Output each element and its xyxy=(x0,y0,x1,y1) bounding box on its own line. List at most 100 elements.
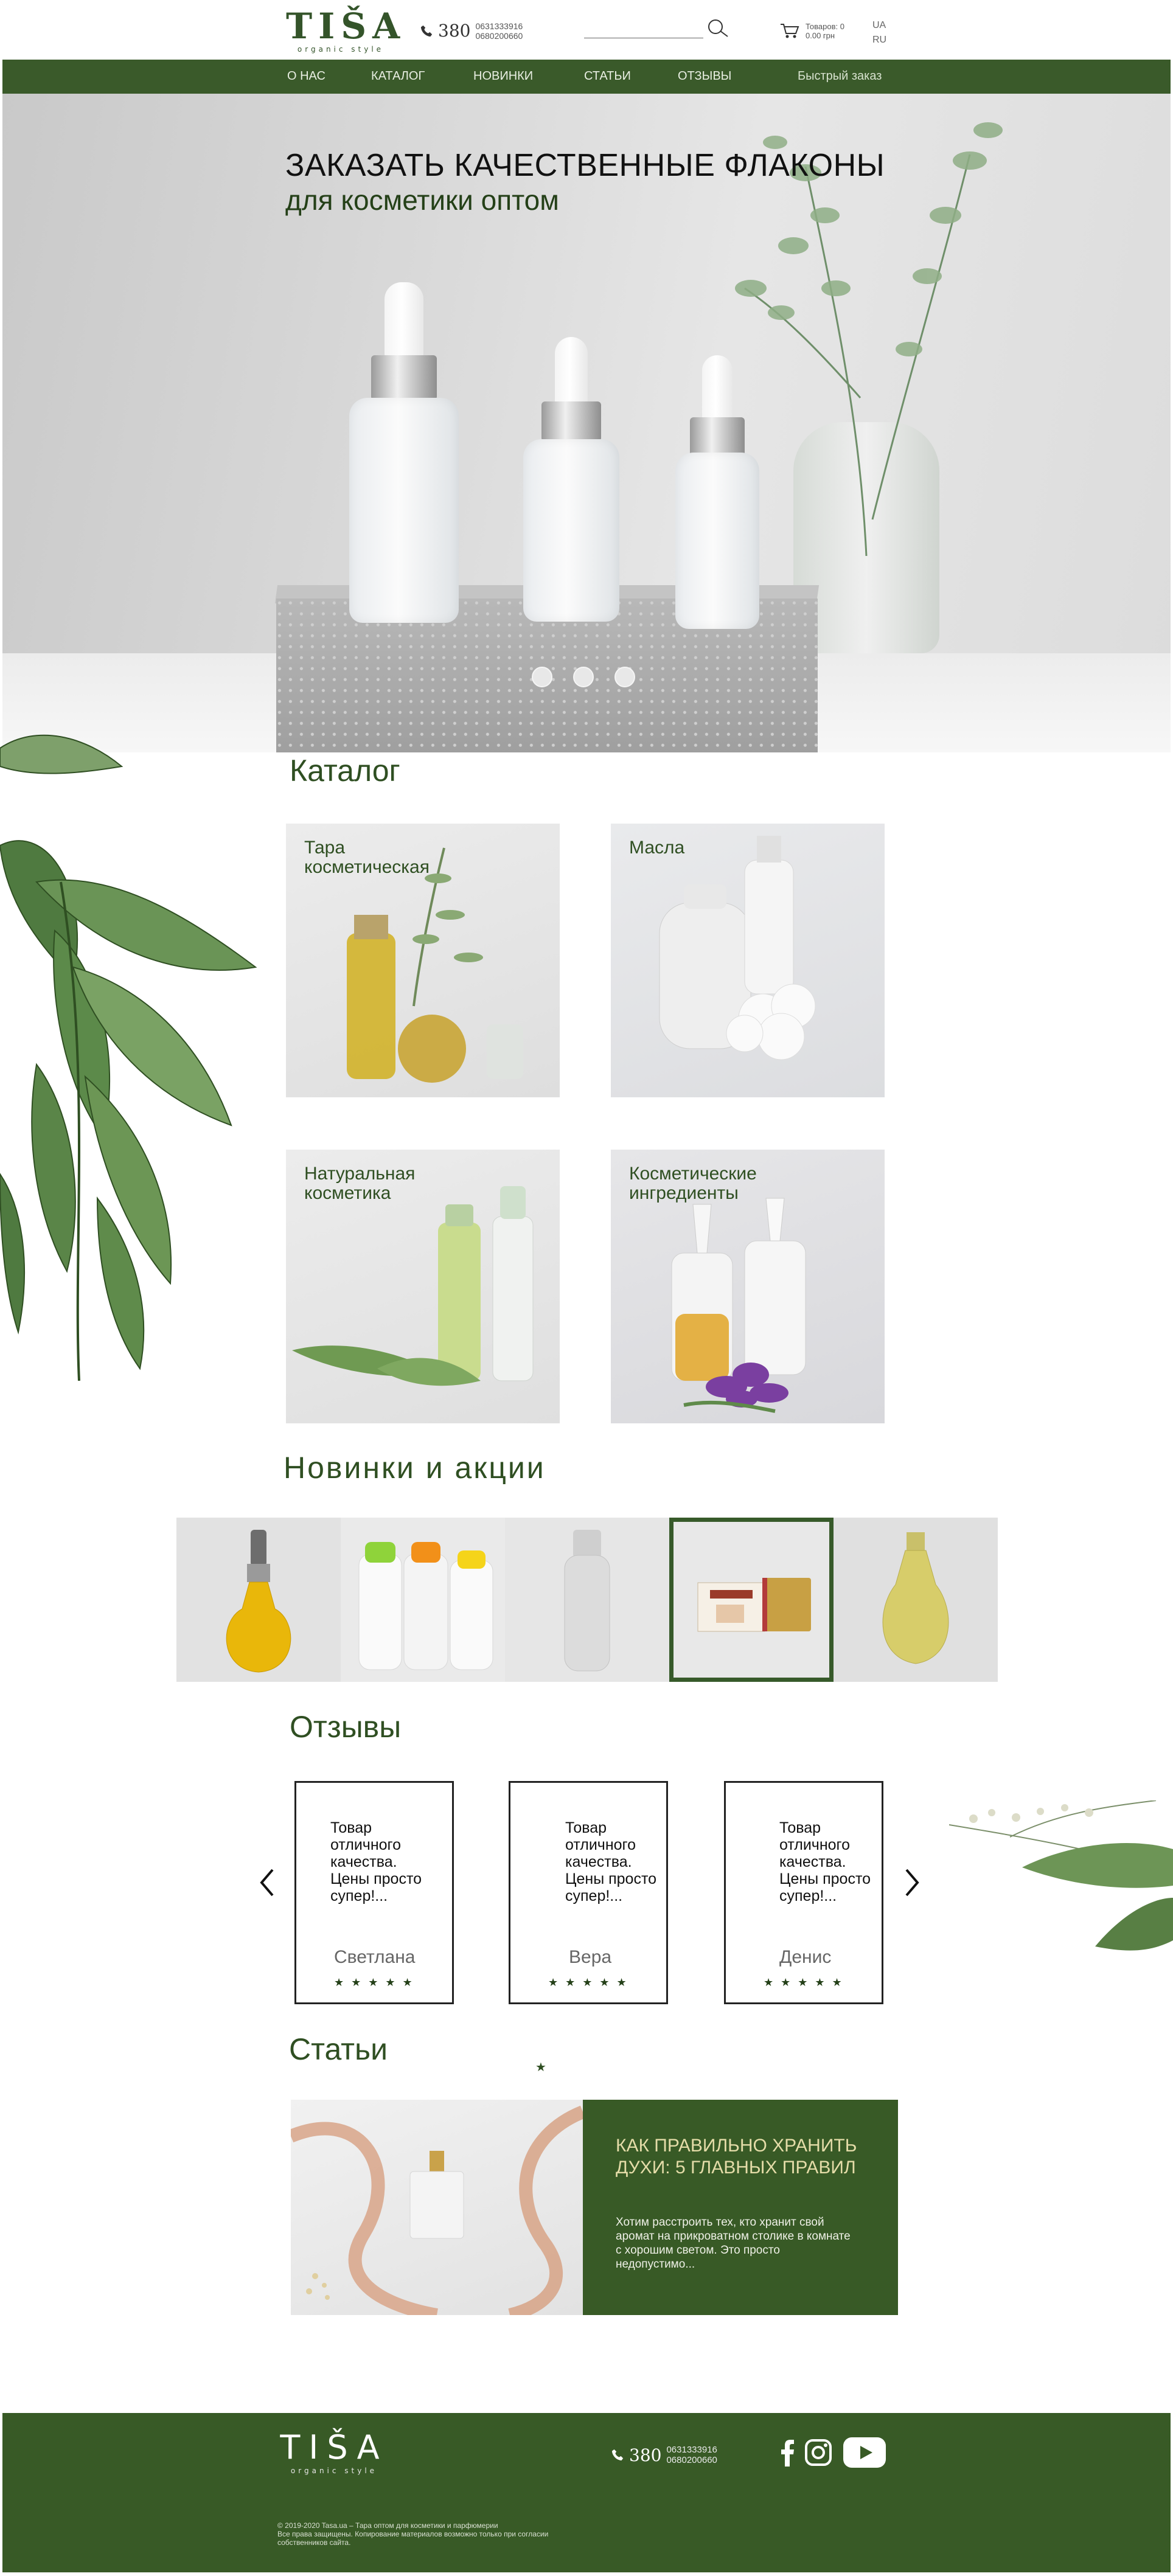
phone-icon xyxy=(420,25,433,36)
facebook-icon[interactable] xyxy=(781,2440,795,2467)
nav-catalog[interactable]: КАТАЛОГ xyxy=(371,69,425,83)
nav-fast-order[interactable]: Быстрый заказ xyxy=(798,69,882,83)
yellow-plastic-bottle-image xyxy=(882,1532,949,1664)
hero-subtitle: для косметики оптом xyxy=(285,184,559,216)
article-card[interactable]: КАК ПРАВИЛЬНО ХРАНИТЬ ДУХИ: 5 ГЛАВНЫХ ПР… xyxy=(291,2100,898,2315)
catalog-label: Натуральная косметика xyxy=(304,1164,416,1203)
cart-icon xyxy=(781,24,799,38)
article-title[interactable]: КАК ПРАВИЛЬНО ХРАНИТЬ ДУХИ: 5 ГЛАВНЫХ ПР… xyxy=(616,2135,883,2179)
phone-number-2: 0680200660 xyxy=(666,2455,717,2465)
header: TIŠA organic style 380 0631333916 068020… xyxy=(0,0,1173,58)
phone-icon xyxy=(611,2449,624,2461)
lang-ru[interactable]: RU xyxy=(872,33,886,47)
phone-number-2: 0680200660 xyxy=(475,30,523,41)
catalog-title: Каталог xyxy=(290,754,400,788)
dropper-bottle-large xyxy=(343,282,465,647)
review-rating: ★★★★★ xyxy=(334,1976,420,1988)
slider-dots xyxy=(532,667,635,687)
chevron-left-icon[interactable] xyxy=(258,1867,276,1898)
nav-new[interactable]: НОВИНКИ xyxy=(473,69,533,83)
article-panel: КАК ПРАВИЛЬНО ХРАНИТЬ ДУХИ: 5 ГЛАВНЫХ ПР… xyxy=(583,2100,898,2315)
brand-logo[interactable]: TIŠA organic style xyxy=(286,5,406,54)
cart-count: Товаров: 0 xyxy=(806,22,844,31)
product-slot-colored-bottles[interactable] xyxy=(341,1518,505,1682)
articles-title: Статьи xyxy=(289,2032,388,2066)
slider-dot[interactable] xyxy=(532,667,552,687)
dropper-bottle-medium xyxy=(520,337,623,653)
main-nav: О НАС КАТАЛОГ НОВИНКИ СТАТЬИ ОТЗЫВЫ Быст… xyxy=(2,60,1171,94)
decorative-leaves-left xyxy=(0,734,257,1381)
review-author: Денис xyxy=(779,1947,832,1967)
decorative-flowers-right xyxy=(949,1800,1173,1951)
catalog-card-oils[interactable]: Масла xyxy=(611,824,885,1097)
header-phone[interactable]: 380 0631333916 0680200660 xyxy=(420,21,523,41)
colored-cap-bottles-image xyxy=(358,1542,493,1670)
phone-numbers: 0631333916 0680200660 xyxy=(475,21,523,41)
catalog-label: Косметические ингредиенты xyxy=(629,1164,757,1203)
review-text: Товар отличного качества. Цены просто су… xyxy=(779,1819,871,1904)
product-slot-clear-bottle[interactable] xyxy=(505,1518,669,1682)
article-excerpt: Хотим расстроить тех, кто хранит свой ар… xyxy=(616,2216,851,2271)
search-input[interactable] xyxy=(584,18,703,38)
language-switcher: UA RU xyxy=(872,18,886,47)
brand-name: TIŠA xyxy=(280,2428,388,2467)
cream-bottles-image xyxy=(659,836,816,1060)
review-text: Товар отличного качества. Цены просто су… xyxy=(565,1819,657,1904)
product-slot-oil-dispenser[interactable] xyxy=(176,1518,341,1682)
page: TIŠA organic style 380 0631333916 068020… xyxy=(0,0,1173,2576)
nav-articles[interactable]: СТАТЬИ xyxy=(584,69,631,83)
catalog-card-ingredients[interactable]: Косметические ингредиенты xyxy=(611,1150,885,1423)
slider-dot[interactable] xyxy=(573,667,594,687)
review-card: Товар отличного качества. Цены просто су… xyxy=(724,1781,883,2004)
catalog-card-containers[interactable]: Тара косметическая xyxy=(286,824,560,1097)
copyright-line: © 2019-2020 Tasa.ua – Тара оптом для кос… xyxy=(277,2521,498,2530)
search xyxy=(584,18,730,40)
rights-line: Все права защищены. Копирование материал… xyxy=(277,2530,549,2547)
soap-box-image xyxy=(697,1578,811,1632)
oil-dispenser-bottle-image xyxy=(226,1530,291,1673)
phone-numbers: 0631333916 0680200660 xyxy=(666,2445,717,2465)
instagram-icon[interactable] xyxy=(804,2439,832,2467)
footer: TIŠA organic style 380 0631333916 068020… xyxy=(2,2413,1171,2572)
clear-plastic-bottle-image xyxy=(564,1530,610,1672)
youtube-icon[interactable] xyxy=(843,2437,886,2468)
search-icon[interactable] xyxy=(706,18,729,39)
cart-total: 0.00 грн xyxy=(806,31,835,40)
cart[interactable]: Товаров: 0 0.00 грн xyxy=(780,22,844,40)
reviews-title: Отзывы xyxy=(290,1710,402,1744)
review-text: Товар отличного качества. Цены просто су… xyxy=(330,1819,422,1904)
footer-phone[interactable]: 380 0631333916 0680200660 xyxy=(611,2445,717,2465)
hero-title: ЗАКАЗАТЬ КАЧЕСТВЕННЫЕ ФЛАКОНЫ xyxy=(285,148,885,183)
product-slot-yellow-bottle[interactable] xyxy=(834,1518,998,1682)
slider-dot[interactable] xyxy=(614,667,635,687)
dropper-bottle-small xyxy=(672,355,763,647)
hero-slider: ЗАКАЗАТЬ КАЧЕСТВЕННЫЕ ФЛАКОНЫ для космет… xyxy=(2,94,1171,752)
copyright: © 2019-2020 Tasa.ua – Тара оптом для кос… xyxy=(277,2521,557,2547)
phone-number-1: 0631333916 xyxy=(475,21,523,31)
review-card: Товар отличного качества. Цены просто су… xyxy=(294,1781,454,2004)
catalog-label: Тара косметическая xyxy=(304,838,430,877)
review-card: Товар отличного качества. Цены просто су… xyxy=(509,1781,668,2004)
nav-reviews[interactable]: ОТЗЫВЫ xyxy=(678,69,731,83)
review-rating: ★★★★★ xyxy=(548,1976,634,1988)
brand-tagline: organic style xyxy=(297,45,385,54)
article-image xyxy=(291,2100,583,2315)
new-products-title: Новинки и акции xyxy=(284,1451,546,1485)
phone-code: 380 xyxy=(438,21,471,41)
footer-logo[interactable]: TIŠA organic style xyxy=(279,2428,389,2476)
cart-summary: Товаров: 0 0.00 грн xyxy=(806,22,844,40)
catalog-card-natural-cosmetics[interactable]: Натуральная косметика xyxy=(286,1150,560,1423)
chevron-right-icon[interactable] xyxy=(903,1867,921,1898)
phone-number-1: 0631333916 xyxy=(666,2445,717,2455)
nav-about[interactable]: О НАС xyxy=(287,69,325,83)
carousel-dot[interactable]: ★ xyxy=(535,2060,546,2075)
perfume-ribbon-image xyxy=(291,2105,583,2315)
new-products-carousel xyxy=(176,1518,998,1682)
review-author: Вера xyxy=(569,1947,612,1967)
review-author: Светлана xyxy=(334,1947,416,1967)
catalog-label: Масла xyxy=(629,838,685,858)
phone-code: 380 xyxy=(629,2445,662,2465)
lang-ua[interactable]: UA xyxy=(872,18,886,33)
brand-name: TIŠA xyxy=(286,5,406,47)
product-slot-soap[interactable] xyxy=(669,1518,834,1682)
